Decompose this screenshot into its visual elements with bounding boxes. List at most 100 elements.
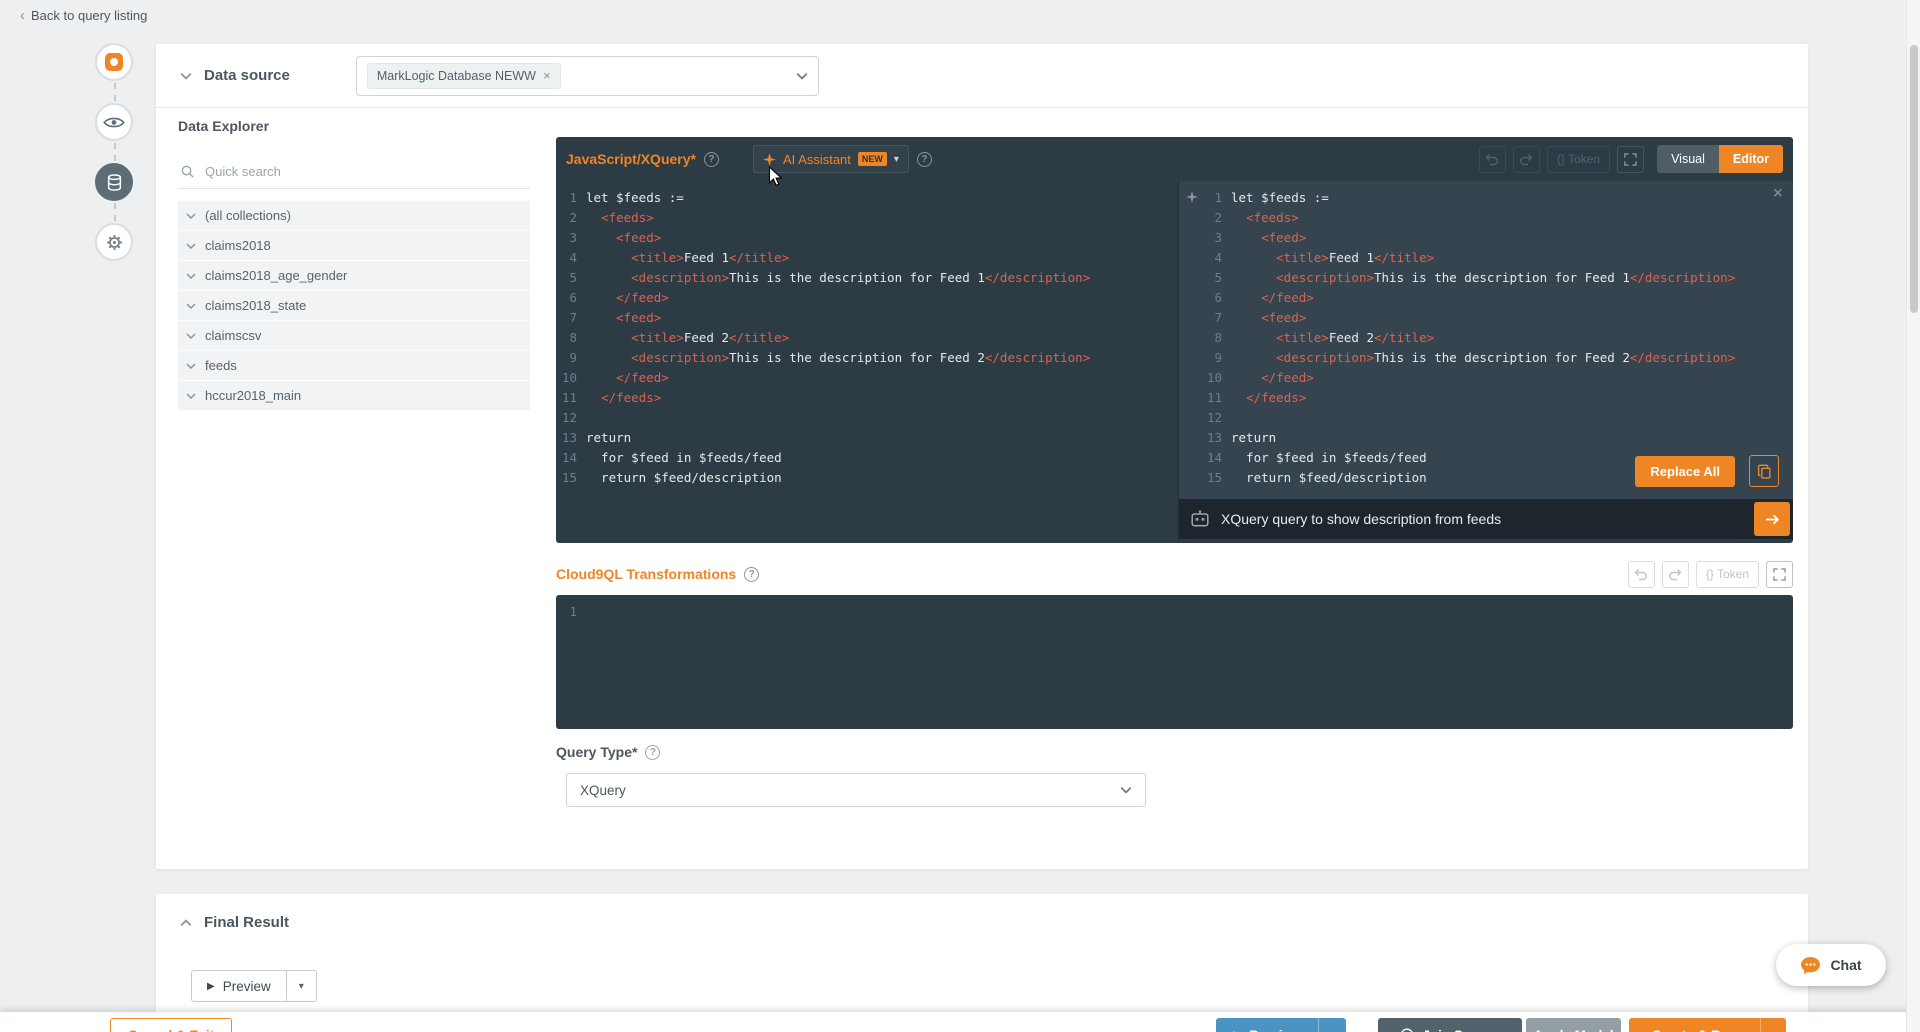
collection-item[interactable]: claims2018 [178,231,530,260]
join-source-label: Join Source [1422,1028,1499,1032]
remove-tag-icon[interactable]: × [543,68,551,83]
apply-model-button[interactable]: Apply Model [1526,1018,1621,1032]
collection-label: claimscsv [205,328,261,343]
code-pane-left[interactable]: 1let $feeds :=2 <feeds>3 <feed>4 <title>… [556,181,1178,543]
collection-item[interactable]: claims2018_age_gender [178,261,530,290]
search-icon [180,164,195,179]
collection-item[interactable]: claimscsv [178,321,530,350]
code-line: 14 for $feed in $feeds/feed [556,448,1178,468]
editor-title: JavaScript/XQuery* [566,151,696,167]
chevron-down-icon [796,72,808,80]
undo-button[interactable] [1479,146,1506,173]
fullscreen-button[interactable] [1617,146,1644,173]
collection-item[interactable]: feeds [178,351,530,380]
help-icon[interactable]: ? [744,567,759,582]
preview-button-label: Preview [1249,1028,1300,1032]
collection-label: claims2018 [205,238,271,253]
ai-prompt-bar[interactable]: XQuery query to show description from fe… [1179,499,1793,539]
code-line: 7 <feed> [556,308,1178,328]
ai-prompt-submit-button[interactable] [1754,502,1790,536]
quick-search-input[interactable] [205,164,528,179]
chat-button[interactable]: Chat [1776,944,1886,986]
step-query-icon[interactable] [95,163,133,201]
code-line: 11 </feeds> [1201,388,1793,408]
token-button[interactable]: {} Token [1547,146,1610,173]
fullscreen-button[interactable] [1766,561,1793,588]
chevron-down-icon: ▾ [894,154,899,165]
data-explorer-title: Data Explorer [178,118,530,134]
editor-tab[interactable]: Editor [1719,145,1783,173]
preview-button[interactable]: ▶ Preview [1216,1018,1318,1032]
database-icon [107,174,122,191]
create-run-menu-caret[interactable]: ▴ [1760,1018,1786,1032]
replace-all-button[interactable]: Replace All [1635,456,1735,487]
copy-button[interactable] [1749,455,1779,487]
cloud9ql-editor[interactable]: 1 [556,595,1793,729]
code-line: 6 </feed> [1201,288,1793,308]
final-result-preview-button[interactable]: ▶ Preview ▾ [191,970,317,1002]
new-badge: NEW [858,152,887,166]
code-line: 8 <title>Feed 2</title> [1201,328,1793,348]
cloud9ql-title: Cloud9QL Transformations [556,566,736,582]
preview-menu-caret[interactable]: ▴ [1318,1018,1346,1032]
expand-icon [1624,153,1637,166]
scrollbar-thumb[interactable] [1910,45,1918,313]
footer-action-bar: Cancel & Exit ▶ Preview ▴ Join Source Ap… [0,1012,1920,1032]
query-type-select[interactable]: XQuery [566,773,1146,807]
code-line: 9 <description>This is the description f… [556,348,1178,368]
eye-icon [103,116,125,129]
code-line: 4 <title>Feed 1</title> [556,248,1178,268]
close-icon[interactable]: × [1773,183,1783,203]
quick-search[interactable] [178,160,530,189]
redo-button[interactable] [1513,146,1540,173]
code-line: 11 </feeds> [556,388,1178,408]
circle-plus-icon [1400,1028,1414,1032]
join-source-button[interactable]: Join Source [1378,1018,1522,1032]
expand-icon [1773,568,1786,581]
token-button[interactable]: {} Token [1696,561,1759,588]
chevron-up-icon[interactable] [180,919,192,927]
sparkle-icon [763,153,776,166]
collection-item[interactable]: hccur2018_main [178,381,530,410]
undo-icon [1634,568,1648,581]
undo-icon [1485,153,1499,166]
page-scrollbar[interactable] [1906,0,1920,1032]
help-icon[interactable]: ? [704,152,719,167]
collection-item[interactable]: (all collections) [178,201,530,230]
collection-label: feeds [205,358,237,373]
query-builder-card: Data source MarkLogic Database NEWW × Da… [156,44,1808,869]
redo-button[interactable] [1662,561,1689,588]
visual-tab[interactable]: Visual [1657,145,1719,173]
step-datasource-icon[interactable] [95,43,133,81]
ai-assistant-label: AI Assistant [783,152,851,167]
create-run-button[interactable]: Create & Run [1629,1018,1760,1032]
chat-bubble-icon [1800,956,1821,975]
cancel-exit-button[interactable]: Cancel & Exit [110,1018,232,1032]
back-chevron-icon: ‹ [20,8,25,23]
chevron-down-icon [186,303,196,309]
code-pane-right: × 1let $feeds :=2 <feeds>3 <feed>4 <titl… [1179,181,1793,499]
help-icon[interactable]: ? [917,152,932,167]
chevron-down-icon [186,333,196,339]
step-preview-icon[interactable] [95,103,133,141]
workflow-rail [95,43,135,261]
chevron-down-icon [186,273,196,279]
step-settings-icon[interactable] [95,223,133,261]
data-source-tag-label: MarkLogic Database NEWW [377,69,536,83]
chevron-down-icon [186,393,196,399]
code-line: 13return [1201,428,1793,448]
query-type-section: Query Type* ? [556,744,660,760]
collection-item[interactable]: claims2018_state [178,291,530,320]
editor-header: JavaScript/XQuery* ? AI Assistant NEW ▾ … [556,137,1793,181]
preview-dropdown-caret[interactable]: ▾ [286,971,316,1001]
back-to-query-listing-link[interactable]: ‹ Back to query listing [20,8,147,23]
code-line: 2 <feeds> [1201,208,1793,228]
chevron-down-icon[interactable] [180,72,192,80]
data-source-section: Data source MarkLogic Database NEWW × [156,44,1808,108]
undo-button[interactable] [1628,561,1655,588]
final-result-title: Final Result [204,914,289,931]
ai-prompt-text[interactable]: XQuery query to show description from fe… [1221,509,1501,529]
data-source-select[interactable]: MarkLogic Database NEWW × [356,56,819,96]
ai-assistant-button[interactable]: AI Assistant NEW ▾ [753,145,909,173]
help-icon[interactable]: ? [645,745,660,760]
